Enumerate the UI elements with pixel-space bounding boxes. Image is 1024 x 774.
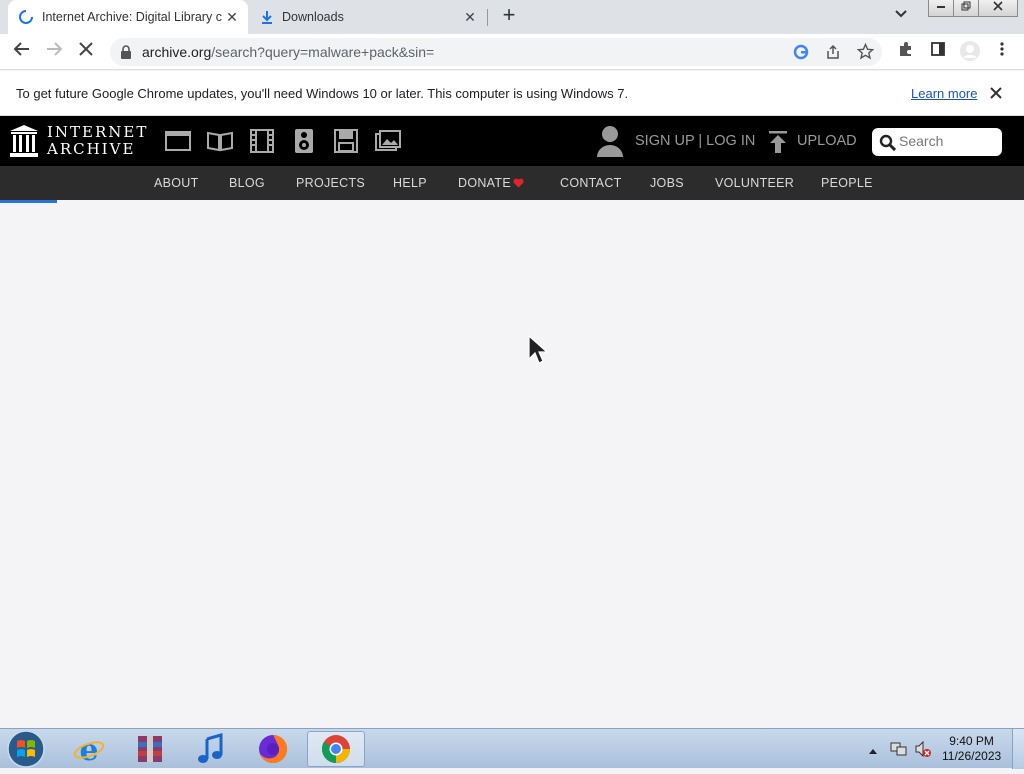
tab-internet-archive[interactable]: Internet Archive: Digital Library c ✕ [8, 0, 248, 34]
system-clock[interactable]: 9:40 PM 11/26/2023 [942, 734, 1001, 764]
search-icon [879, 134, 896, 151]
address-bar[interactable]: archive.org/search?query=malware+pack&si… [110, 38, 882, 66]
url-host: archive.org [142, 44, 212, 60]
network-icon[interactable] [890, 740, 908, 763]
tab-title: Downloads [282, 10, 344, 24]
software-icon[interactable] [333, 129, 359, 153]
tab-close-icon[interactable]: ✕ [222, 9, 242, 26]
logo-line-2: ARCHIVE [47, 140, 136, 158]
upload-icon[interactable] [768, 131, 788, 158]
clock-date: 11/26/2023 [942, 749, 1002, 763]
download-icon [262, 11, 272, 24]
nav-people[interactable]: PEOPLE [821, 176, 873, 190]
chrome-icon[interactable] [307, 731, 365, 767]
firefox-icon[interactable] [244, 731, 302, 767]
nav-help[interactable]: HELP [393, 176, 427, 190]
nav-donate[interactable]: DONATE [458, 176, 511, 190]
ia-header: INTERNET ARCHIVE SIGN UP | LOG IN UPLOAD [0, 116, 1024, 166]
internet-explorer-icon[interactable]: e [60, 731, 118, 767]
nav-volunteer[interactable]: VOLUNTEER [715, 176, 794, 190]
extensions-puzzle-icon[interactable] [894, 40, 918, 64]
nav-projects[interactable]: PROJECTS [296, 176, 365, 190]
update-infobar: To get future Google Chrome updates, you… [0, 71, 1024, 116]
learn-more-link[interactable]: Learn more [911, 86, 977, 101]
infobar-message: To get future Google Chrome updates, you… [16, 86, 629, 101]
new-tab-button[interactable]: + [497, 4, 521, 28]
minimize-button[interactable] [928, 0, 954, 17]
windows-taskbar: e 9:40 PM 11/26/2023 [0, 728, 1024, 769]
show-hidden-icons-arrow-icon[interactable] [868, 742, 878, 760]
share-icon[interactable] [825, 44, 841, 65]
nav-contact[interactable]: CONTACT [560, 176, 622, 190]
tab-divider [487, 9, 488, 26]
winrar-icon[interactable] [121, 731, 179, 767]
mouse-cursor-icon [528, 334, 552, 372]
bookmark-star-icon[interactable] [856, 42, 875, 65]
ia-logo-icon[interactable] [10, 125, 38, 162]
web-icon[interactable] [165, 129, 191, 153]
tab-search-chevron-icon[interactable] [894, 7, 908, 22]
nav-about[interactable]: ABOUT [154, 176, 199, 190]
stop-loading-icon[interactable] [74, 40, 98, 64]
forward-arrow-icon[interactable] [42, 40, 66, 64]
upload-link[interactable]: UPLOAD [797, 133, 857, 149]
restore-button[interactable] [953, 0, 979, 17]
video-icon[interactable] [249, 129, 275, 153]
itunes-icon[interactable] [182, 731, 240, 767]
infobar-close-icon[interactable] [990, 83, 1002, 104]
heart-icon [513, 178, 524, 188]
tab-title: Internet Archive: Digital Library c [42, 10, 222, 24]
page-loading-progress-bar [0, 200, 57, 203]
windows-start-button-icon[interactable] [4, 729, 48, 774]
texts-icon[interactable] [207, 129, 233, 153]
loading-spinner-icon [19, 10, 33, 24]
back-arrow-icon[interactable] [10, 40, 34, 64]
svg-text:e: e [79, 733, 98, 765]
url-path: /search?query=malware+pack&sin= [211, 44, 435, 60]
tab-close-icon[interactable]: ✕ [460, 9, 480, 26]
tab-downloads[interactable]: Downloads ✕ [250, 0, 486, 34]
volume-muted-icon[interactable] [914, 740, 932, 763]
clock-time: 9:40 PM [949, 734, 994, 748]
nav-blog[interactable]: BLOG [229, 176, 265, 190]
images-icon[interactable] [375, 129, 401, 153]
google-lens-icon[interactable] [793, 44, 809, 65]
lock-icon[interactable] [120, 45, 132, 59]
url-text[interactable]: archive.org/search?query=malware+pack&si… [142, 44, 434, 60]
chrome-menu-icon[interactable] [990, 40, 1014, 64]
nav-jobs[interactable]: JOBS [650, 176, 684, 190]
audio-icon[interactable] [291, 129, 317, 153]
show-desktop-button[interactable] [1012, 729, 1024, 769]
close-window-button[interactable] [978, 0, 1018, 17]
ia-logo-text[interactable]: INTERNET ARCHIVE [47, 124, 148, 158]
side-panel-icon[interactable] [926, 40, 950, 64]
user-icon[interactable] [596, 125, 624, 162]
ia-nav-bar: ABOUT BLOG PROJECTS HELP DONATE CONTACT … [0, 166, 1024, 200]
browser-toolbar: archive.org/search?query=malware+pack&si… [0, 34, 1024, 70]
profile-avatar-icon[interactable] [958, 40, 982, 64]
signup-login-link[interactable]: SIGN UP | LOG IN [635, 133, 755, 149]
tab-strip: Internet Archive: Digital Library c ✕ Do… [0, 0, 1024, 34]
logo-line-1: INTERNET [47, 123, 149, 141]
search-box[interactable] [872, 128, 1002, 156]
search-input[interactable] [899, 133, 995, 149]
